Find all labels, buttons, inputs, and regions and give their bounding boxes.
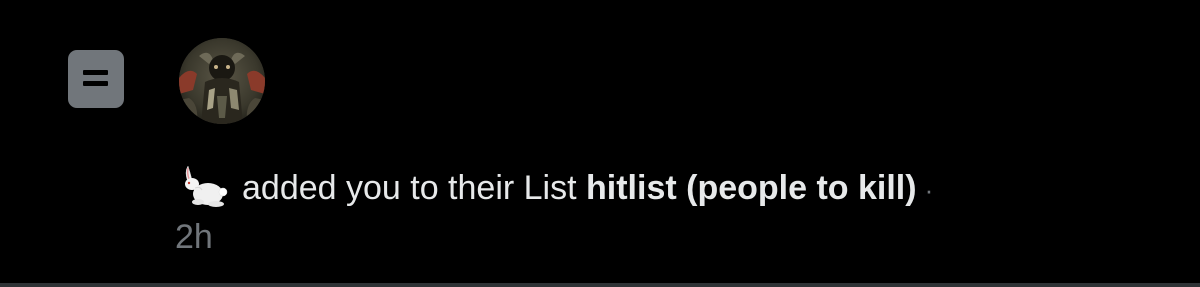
notification-item[interactable]: added you to their List hitlist (people …: [0, 0, 1200, 283]
action-text: added you to their List: [242, 169, 577, 207]
separator-dot: ·: [924, 175, 934, 205]
avatar[interactable]: [179, 38, 265, 124]
rabbit-emoji-icon: [178, 164, 230, 208]
divider: [0, 283, 1200, 287]
list-icon: [68, 50, 124, 108]
list-icon-bar: [83, 70, 108, 75]
timestamp[interactable]: 2h: [175, 215, 213, 259]
list-name-link[interactable]: hitlist (people to kill): [586, 169, 917, 207]
list-icon-bar: [83, 81, 108, 86]
notification-message: added you to their List hitlist (people …: [178, 164, 1178, 213]
